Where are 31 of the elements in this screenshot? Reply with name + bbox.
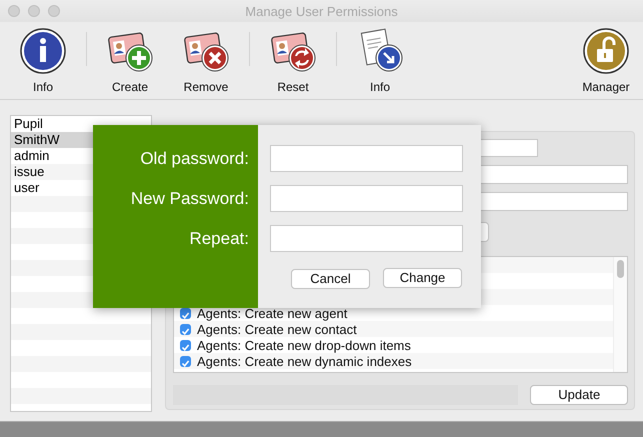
password-field[interactable] <box>270 185 463 212</box>
checkbox[interactable] <box>180 308 191 318</box>
permission-label: Agents: Create new drop-down items <box>197 338 411 352</box>
minimize-button[interactable] <box>28 5 40 17</box>
info-icon <box>19 27 67 75</box>
toolbar-button[interactable]: Info <box>349 22 411 94</box>
padlock-icon <box>582 27 630 75</box>
user-list-item[interactable]: Pupil <box>11 116 151 132</box>
toolbar-button[interactable]: Create <box>99 22 161 94</box>
scrollbar[interactable] <box>613 257 627 372</box>
close-button[interactable] <box>8 5 20 17</box>
toolbar-button[interactable]: Remove <box>175 22 237 94</box>
password-field[interactable] <box>270 225 463 252</box>
cancel-button[interactable]: Cancel <box>291 269 370 289</box>
permission-label: Agents: Create new dynamic indexes <box>197 354 412 368</box>
toolbar-button[interactable]: Manager <box>575 22 637 94</box>
checkbox[interactable] <box>180 340 191 350</box>
toolbar-button[interactable]: Reset <box>262 22 324 94</box>
password-field[interactable] <box>270 145 463 172</box>
zoom-button[interactable] <box>48 5 60 17</box>
update-button[interactable]: Update <box>530 385 628 405</box>
toolbar-button[interactable]: Info <box>12 22 74 94</box>
checkbox[interactable] <box>180 356 191 366</box>
checkbox[interactable] <box>180 324 191 334</box>
field-label: New Password: <box>130 188 249 210</box>
field-label: Repeat: <box>189 228 249 250</box>
permission-label: Agents: Create new contact <box>197 322 357 336</box>
field-label: Old password: <box>140 148 249 170</box>
change-button[interactable]: Change <box>383 268 462 288</box>
window-title: Manage User Permissions <box>245 4 398 18</box>
permission-label: Agents: Create new agent <box>197 306 348 320</box>
